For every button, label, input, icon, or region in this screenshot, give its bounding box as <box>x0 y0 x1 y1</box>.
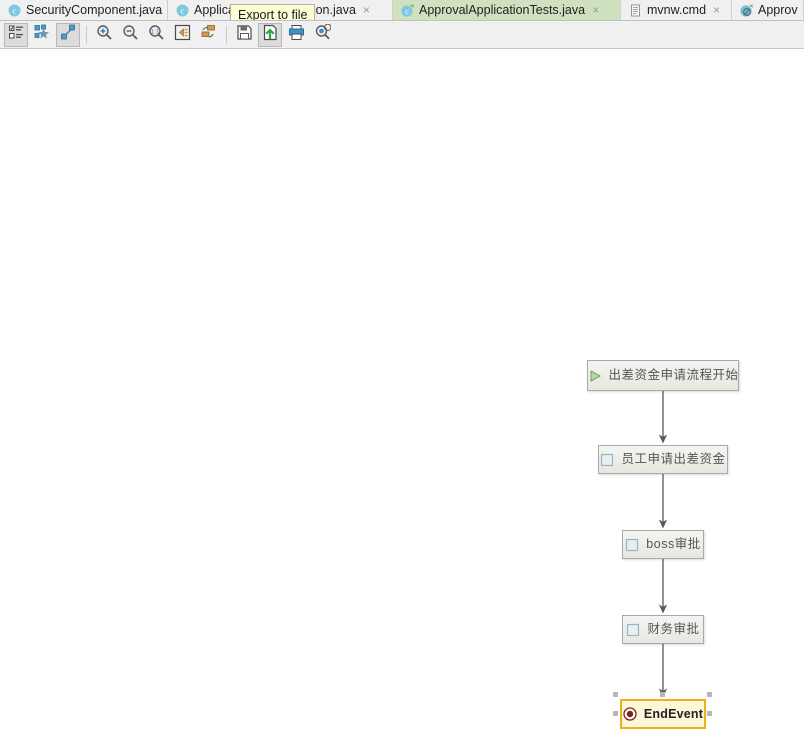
editor-tab-4[interactable]: Approv <box>732 0 804 20</box>
print-button[interactable] <box>284 23 308 47</box>
zoom-in-button[interactable] <box>92 23 116 47</box>
node-label: 出差资金申请流程开始 <box>608 368 739 383</box>
layout-refresh-icon <box>200 24 217 46</box>
bpmn-node-user-task-employee-apply[interactable]: 员工申请出差资金 <box>598 445 728 474</box>
editor-tab-label: Approv <box>758 2 798 17</box>
magnifier-settings-icon <box>314 23 331 46</box>
tab-close-icon[interactable]: × <box>592 0 599 20</box>
java-disabled-class-icon <box>740 4 753 17</box>
collapse-all-button[interactable] <box>170 23 194 47</box>
save-button[interactable] <box>232 23 256 47</box>
bpmn-diagram-canvas[interactable]: 出差资金申请流程开始 员工申请出差资金 boss审批 财务审批 EndEvent… <box>0 49 804 729</box>
end-event-circle-icon <box>623 707 637 721</box>
java-class-icon: c <box>8 4 21 17</box>
zoom-out-icon <box>122 24 139 46</box>
editor-tab-label: SecurityComponent.java <box>26 2 163 17</box>
printer-icon <box>288 24 305 46</box>
editor-tab-label: ApprovalApplicationTests.java <box>419 2 586 17</box>
outline-icon <box>8 24 25 46</box>
file-text-icon <box>629 4 642 17</box>
selection-handle-nw[interactable] <box>613 692 618 697</box>
toolbar-separator <box>86 25 87 44</box>
editor-tab-label: mvnw.cmd <box>647 2 707 17</box>
export-to-file-tooltip: Export to file <box>230 4 316 21</box>
svg-text:c: c <box>181 6 185 15</box>
selection-handle-w[interactable] <box>613 711 618 716</box>
star-node-icon <box>34 24 51 46</box>
start-event-play-icon <box>588 369 602 383</box>
user-task-square-icon <box>625 538 639 552</box>
java-class-icon: c <box>176 4 189 17</box>
layout-refresh-button[interactable] <box>196 23 220 47</box>
bpmn-node-end-event[interactable]: EndEvent <box>620 699 706 729</box>
java-test-class-icon: c <box>401 4 414 17</box>
zoom-in-icon <box>96 24 113 46</box>
toolbar-separator <box>226 25 227 44</box>
editor-tab-0[interactable]: c SecurityComponent.java × <box>0 0 176 20</box>
user-task-square-icon <box>600 453 614 467</box>
user-task-square-icon <box>626 623 640 637</box>
node-label: 员工申请出差资金 <box>621 452 726 467</box>
selection-handle-e[interactable] <box>707 711 712 716</box>
export-arrow-icon <box>262 24 279 46</box>
fit-diagram-button[interactable] <box>56 22 80 47</box>
tab-close-icon[interactable]: × <box>363 0 370 20</box>
svg-text:c: c <box>13 6 17 15</box>
selection-handle-n[interactable] <box>660 692 665 697</box>
selection-handle-ne[interactable] <box>707 692 712 697</box>
editor-tab-bar: c SecurityComponent.java × c Application… <box>0 0 804 21</box>
editor-tab-3[interactable]: mvnw.cmd × <box>621 0 732 20</box>
zoom-actual-size-button[interactable]: 1:1 <box>144 23 168 47</box>
bpmn-node-start-event[interactable]: 出差资金申请流程开始 <box>587 360 739 391</box>
collapse-left-icon <box>174 24 191 46</box>
tab-close-icon[interactable]: × <box>713 0 720 20</box>
arrows-diagonal-icon <box>60 24 77 46</box>
node-label: 财务审批 <box>647 622 700 637</box>
find-button[interactable] <box>310 23 334 47</box>
zoom-out-button[interactable] <box>118 23 142 47</box>
tooltip-text: Export to file <box>238 8 308 21</box>
node-label: EndEvent <box>643 706 704 721</box>
diagram-toolbar: 1:1 <box>0 21 804 49</box>
svg-text:1:1: 1:1 <box>150 28 159 35</box>
export-to-file-button[interactable] <box>258 22 282 47</box>
bpmn-node-user-task-finance-approve[interactable]: 财务审批 <box>622 615 704 644</box>
node-label: boss审批 <box>646 537 701 552</box>
zoom-actual-icon: 1:1 <box>148 24 165 46</box>
svg-text:c: c <box>405 7 409 16</box>
bpmn-node-user-task-boss-approve[interactable]: boss审批 <box>622 530 704 559</box>
outline-view-button[interactable] <box>4 22 28 47</box>
save-icon <box>236 24 253 46</box>
editor-tab-2[interactable]: c ApprovalApplicationTests.java × <box>393 0 621 20</box>
favorites-button[interactable] <box>30 23 54 47</box>
